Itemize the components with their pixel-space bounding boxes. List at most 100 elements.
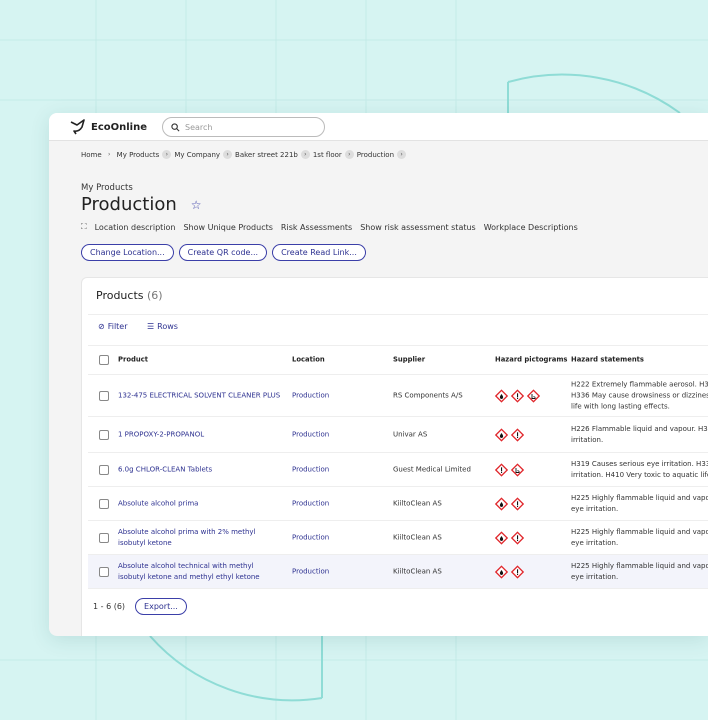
- hazard-statements: H225 Highly flammable liquid and vapour.…: [571, 527, 708, 549]
- link-location-description[interactable]: Location description: [95, 223, 176, 232]
- hazard-flame-icon: [495, 389, 508, 402]
- brand-name: EcoOnline: [91, 121, 148, 133]
- link-workplace-descriptions[interactable]: Workplace Descriptions: [484, 223, 578, 232]
- products-count: (6): [147, 289, 163, 302]
- top-bar: EcoOnline: [49, 113, 708, 141]
- hazard-statement-line: H336 May cause drowsiness or dizziness. …: [571, 391, 708, 399]
- breadcrumb: Home › My Products › My Company › Baker str…: [81, 150, 407, 159]
- location-links: ⛶ Location description Show Unique Produ…: [81, 222, 578, 232]
- column-hazard-pictograms[interactable]: Hazard pictograms: [495, 355, 567, 366]
- hazard-statement-line: eye irritation.: [571, 572, 619, 581]
- hazard-flame-icon: [495, 531, 508, 544]
- column-supplier[interactable]: Supplier: [393, 355, 425, 366]
- select-all-checkbox[interactable]: [99, 355, 109, 365]
- hazard-statements: H319 Causes serious eye irritation. H335…: [571, 459, 708, 481]
- search-icon: [171, 122, 180, 131]
- row-checkbox[interactable]: [99, 464, 109, 475]
- location-link[interactable]: Production: [292, 464, 329, 475]
- app-window: EcoOnline Home› My Products› My Company›…: [49, 113, 708, 636]
- product-link[interactable]: Absolute alcohol prima: [118, 498, 283, 509]
- logo[interactable]: EcoOnline: [69, 119, 147, 135]
- table-row[interactable]: 132-475 ELECTRICAL SOLVENT CLEANER PLUS …: [88, 375, 708, 417]
- rows-button[interactable]: ☰ Rows: [147, 322, 178, 331]
- table-row[interactable]: Absolute alcohol prima Production Kiilto…: [88, 487, 708, 521]
- filter-icon: ⊘: [98, 322, 105, 331]
- hazard-statement-line: H226 Flammable liquid and vapour. H319 C: [571, 424, 708, 433]
- product-link[interactable]: 6.0g CHLOR-CLEAN Tablets: [118, 464, 283, 475]
- product-link[interactable]: 1 PROPOXY-2-PROPANOL: [118, 429, 283, 440]
- row-checkbox[interactable]: [99, 566, 109, 577]
- search-box[interactable]: [162, 117, 325, 137]
- hazard-exclamation-icon: [511, 565, 524, 578]
- breadcrumb-baker-street[interactable]: Baker street 221b: [235, 151, 298, 159]
- change-location-button[interactable]: Change Location...: [81, 244, 174, 261]
- filter-button[interactable]: ⊘ Filter: [98, 322, 128, 331]
- column-product[interactable]: Product: [118, 355, 148, 366]
- row-checkbox[interactable]: [99, 429, 109, 440]
- hazard-pictograms: [495, 463, 524, 476]
- link-risk-assessments[interactable]: Risk Assessments: [281, 223, 352, 232]
- hazard-pictograms: [495, 565, 524, 578]
- hazard-statement-line: H222 Extremely flammable aerosol. H315 C: [571, 380, 708, 388]
- supplier: KiiltoClean AS: [393, 499, 442, 507]
- export-button[interactable]: Export...: [135, 598, 187, 615]
- hazard-statement-line: H319 Causes serious eye irritation. H335…: [571, 459, 708, 468]
- breadcrumb-production[interactable]: Production: [357, 151, 394, 159]
- hazard-pictograms: [495, 497, 524, 510]
- create-read-link-button[interactable]: Create Read Link...: [272, 244, 366, 261]
- row-checkbox[interactable]: [99, 390, 109, 401]
- hierarchy-icon: ⛶: [81, 222, 87, 231]
- table-row[interactable]: 6.0g CHLOR-CLEAN Tablets Production Gues…: [88, 453, 708, 487]
- link-risk-assessment-status[interactable]: Show risk assessment status: [360, 223, 476, 232]
- breadcrumb-my-products[interactable]: My Products: [117, 151, 160, 159]
- search-input[interactable]: [185, 122, 305, 132]
- breadcrumb-1st-floor[interactable]: 1st floor: [313, 151, 342, 159]
- hazard-statement-line: eye irritation.: [571, 504, 619, 513]
- supplier: Guest Medical Limited: [393, 465, 471, 473]
- hazard-flame-icon: [495, 497, 508, 510]
- chevron-right-icon[interactable]: ›: [397, 150, 407, 159]
- location-link[interactable]: Production: [292, 532, 329, 543]
- breadcrumb-my-company[interactable]: My Company: [174, 151, 220, 159]
- location-link[interactable]: Production: [292, 429, 329, 440]
- hazard-exclamation-icon: [511, 389, 524, 402]
- row-checkbox[interactable]: [99, 532, 109, 543]
- page-title: Production: [81, 194, 177, 215]
- chevron-right-icon[interactable]: ›: [344, 150, 354, 159]
- products-card: Products (6) ⊘ Filter ☰ Rows Product Locat…: [81, 277, 708, 636]
- hazard-environment-icon: [527, 389, 540, 402]
- hazard-statement-line: H225 Highly flammable liquid and vapour.…: [571, 561, 708, 570]
- hazard-flame-icon: [495, 565, 508, 578]
- hazard-exclamation-icon: [511, 531, 524, 544]
- location-link[interactable]: Production: [292, 498, 329, 509]
- create-qr-code-button[interactable]: Create QR code...: [178, 244, 268, 261]
- link-show-unique-products[interactable]: Show Unique Products: [183, 223, 272, 232]
- breadcrumb-home[interactable]: Home: [81, 151, 102, 159]
- hazard-exclamation-icon: [495, 463, 508, 476]
- location-link[interactable]: Production: [292, 390, 329, 401]
- product-link[interactable]: Absolute alcohol prima with 2% methyl is…: [118, 527, 283, 549]
- hazard-statements: H226 Flammable liquid and vapour. H319 C…: [571, 424, 708, 446]
- pagination-info: 1 - 6 (6): [93, 602, 126, 611]
- product-link[interactable]: 132-475 ELECTRICAL SOLVENT CLEANER PLUS: [118, 390, 283, 401]
- bird-logo-icon: [70, 119, 85, 135]
- hazard-exclamation-icon: [511, 428, 524, 441]
- hazard-statements: H225 Highly flammable liquid and vapour.…: [571, 561, 708, 583]
- product-link[interactable]: Absolute alcohol technical with methyl i…: [118, 561, 283, 583]
- table-row[interactable]: Absolute alcohol technical with methyl i…: [88, 555, 708, 589]
- star-icon[interactable]: ☆: [191, 198, 202, 212]
- hazard-pictograms: [495, 389, 540, 402]
- hazard-statement-line: eye irritation.: [571, 538, 619, 547]
- location-link[interactable]: Production: [292, 566, 329, 577]
- chevron-right-icon[interactable]: ›: [223, 150, 233, 159]
- table-header: Product Location Supplier Hazard pictogr…: [88, 346, 708, 375]
- chevron-right-icon: ›: [107, 151, 111, 158]
- column-location[interactable]: Location: [292, 355, 325, 366]
- chevron-right-icon[interactable]: ›: [300, 150, 310, 159]
- table-row[interactable]: Absolute alcohol prima with 2% methyl is…: [88, 521, 708, 555]
- table-row[interactable]: 1 PROPOXY-2-PROPANOL Production Univar A…: [88, 417, 708, 453]
- chevron-right-icon[interactable]: ›: [162, 150, 172, 159]
- hazard-statements: H222 Extremely flammable aerosol. H315 C…: [571, 379, 708, 412]
- row-checkbox[interactable]: [99, 498, 109, 509]
- column-hazard-statements[interactable]: Hazard statements: [571, 355, 644, 366]
